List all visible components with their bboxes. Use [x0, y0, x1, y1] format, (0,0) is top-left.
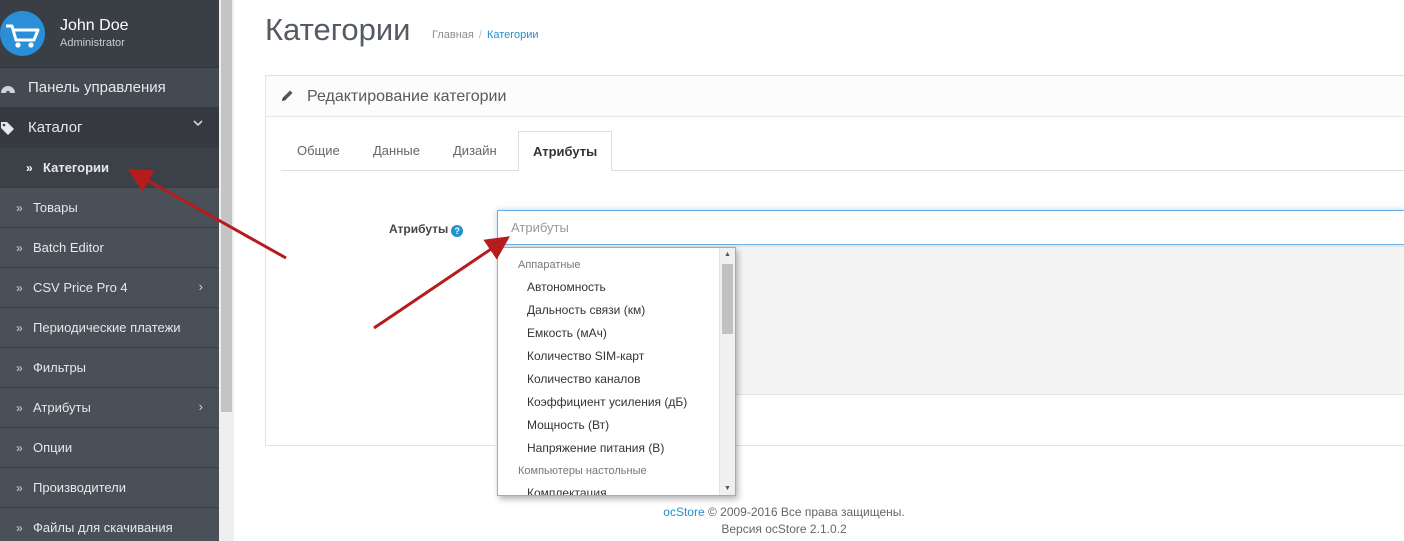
edit-category-panel: Редактирование категории Общие Данные Ди… — [265, 75, 1404, 446]
dropdown-option[interactable]: Количество SIM-карт — [498, 347, 720, 370]
attributes-autocomplete-dropdown[interactable]: Аппаратные Автономность Дальность связи … — [497, 247, 736, 496]
sidebar-scrollbar-thumb[interactable] — [221, 0, 232, 412]
sidebar-scrollbar[interactable] — [219, 0, 234, 541]
sidebar-item-attributes[interactable]: » Атрибуты › — [0, 388, 219, 428]
dashboard-icon — [1, 86, 15, 95]
sidebar-item-products[interactable]: » Товары — [0, 188, 219, 228]
panel-heading: Редактирование категории — [266, 76, 1404, 117]
sidebar-item-label: Каталог — [28, 119, 83, 136]
dropdown-option[interactable]: Коэффициент усиления (дБ) — [498, 393, 720, 416]
tab-attributes[interactable]: Атрибуты — [518, 131, 613, 171]
dropdown-group-header: Аппаратные — [518, 259, 581, 271]
tab-design[interactable]: Дизайн — [453, 131, 497, 171]
double-angle-right-icon: » — [16, 401, 23, 415]
tab-data[interactable]: Данные — [373, 131, 420, 171]
tags-icon — [1, 122, 14, 135]
chevron-down-icon — [193, 120, 203, 127]
tab-general[interactable]: Общие — [297, 131, 340, 171]
dropdown-option[interactable]: Мощность (Вт) — [498, 416, 720, 439]
panel-title: Редактирование категории — [307, 88, 507, 105]
sidebar-item-csv-price-pro[interactable]: » CSV Price Pro 4 › — [0, 268, 219, 308]
dropdown-option[interactable]: Емкость (мАч) — [498, 324, 720, 347]
dropdown-option[interactable]: Количество каналов — [498, 370, 720, 393]
footer: ocStore © 2009-2016 Все права защищены. … — [554, 504, 1014, 538]
attributes-field-label: Атрибуты? — [389, 222, 464, 237]
help-icon[interactable]: ? — [451, 225, 464, 237]
double-angle-right-icon: » — [16, 481, 23, 495]
breadcrumb-home[interactable]: Главная — [432, 29, 474, 41]
page-title: Категории — [265, 12, 411, 47]
double-angle-right-icon: » — [16, 361, 23, 375]
sidebar: John Doe Administrator Панель управления… — [0, 0, 219, 541]
sidebar-item-label: Файлы для скачивания — [33, 520, 173, 535]
cart-logo-icon — [6, 24, 40, 48]
profile-role: Administrator — [60, 37, 125, 49]
scroll-down-icon[interactable]: ▼ — [724, 485, 731, 492]
dropdown-option[interactable]: Комплектация — [498, 484, 720, 495]
dropdown-option[interactable]: Напряжение питания (В) — [498, 439, 720, 462]
attributes-autocomplete-input[interactable] — [497, 210, 1404, 245]
double-angle-right-icon: » — [16, 321, 23, 335]
dropdown-option[interactable]: Автономность — [498, 278, 720, 301]
double-angle-right-icon: » — [16, 521, 23, 535]
double-angle-right-icon: » — [16, 441, 23, 455]
sidebar-item-label: Атрибуты — [33, 400, 91, 415]
dropdown-scrollbar-thumb[interactable] — [722, 264, 733, 334]
dropdown-group-header: Компьютеры настольные — [518, 465, 647, 477]
sidebar-item-label: Панель управления — [28, 79, 166, 96]
tab-bar: Общие Данные Дизайн Атрибуты — [281, 131, 1404, 171]
dropdown-scrollbar[interactable]: ▲ ▼ — [719, 248, 735, 495]
dropdown-list: Аппаратные Автономность Дальность связи … — [498, 256, 720, 495]
sidebar-item-recurring[interactable]: » Периодические платежи — [0, 308, 219, 348]
sidebar-item-categories[interactable]: » Категории — [0, 148, 219, 188]
sidebar-item-options[interactable]: » Опции — [0, 428, 219, 468]
pencil-icon — [282, 90, 293, 101]
double-angle-right-icon: » — [16, 281, 23, 295]
footer-brand-link[interactable]: ocStore — [663, 505, 704, 519]
sidebar-item-downloads[interactable]: » Файлы для скачивания — [0, 508, 219, 541]
avatar — [0, 11, 45, 56]
sidebar-item-label: Категории — [43, 160, 110, 175]
sidebar-item-label: Опции — [33, 440, 73, 455]
footer-copyright: © 2009-2016 Все права защищены. — [707, 505, 905, 519]
footer-copyright-line: ocStore © 2009-2016 Все права защищены. — [554, 504, 1014, 521]
double-angle-right-icon: » — [26, 161, 33, 175]
sidebar-item-label: Товары — [33, 200, 78, 215]
dropdown-option[interactable]: Дальность связи (км) — [498, 301, 720, 324]
profile-name: John Doe — [60, 17, 129, 34]
breadcrumb-separator: / — [478, 29, 482, 41]
attributes-label-text: Атрибуты — [389, 222, 449, 236]
sidebar-item-label: Производители — [33, 480, 127, 495]
sidebar-item-label: Фильтры — [33, 360, 87, 375]
sidebar-item-filters[interactable]: » Фильтры — [0, 348, 219, 388]
scroll-up-icon[interactable]: ▲ — [724, 251, 731, 258]
sidebar-item-batch-editor[interactable]: » Batch Editor — [0, 228, 219, 268]
footer-version: Версия ocStore 2.1.0.2 — [721, 522, 847, 536]
double-angle-right-icon: » — [16, 201, 23, 215]
breadcrumb: Главная / Категории — [432, 29, 539, 41]
sidebar-item-label: CSV Price Pro 4 — [33, 280, 128, 295]
sidebar-item-catalog[interactable]: Каталог — [0, 108, 219, 148]
chevron-right-icon: › — [198, 279, 203, 294]
breadcrumb-categories[interactable]: Категории — [487, 29, 539, 41]
double-angle-right-icon: » — [16, 241, 23, 255]
sidebar-item-label: Периодические платежи — [33, 320, 181, 335]
user-profile[interactable]: John Doe Administrator — [0, 0, 219, 68]
chevron-right-icon: › — [198, 399, 203, 414]
sidebar-item-label: Batch Editor — [33, 240, 104, 255]
sidebar-item-dashboard[interactable]: Панель управления — [0, 68, 219, 108]
sidebar-item-manufacturers[interactable]: » Производители — [0, 468, 219, 508]
